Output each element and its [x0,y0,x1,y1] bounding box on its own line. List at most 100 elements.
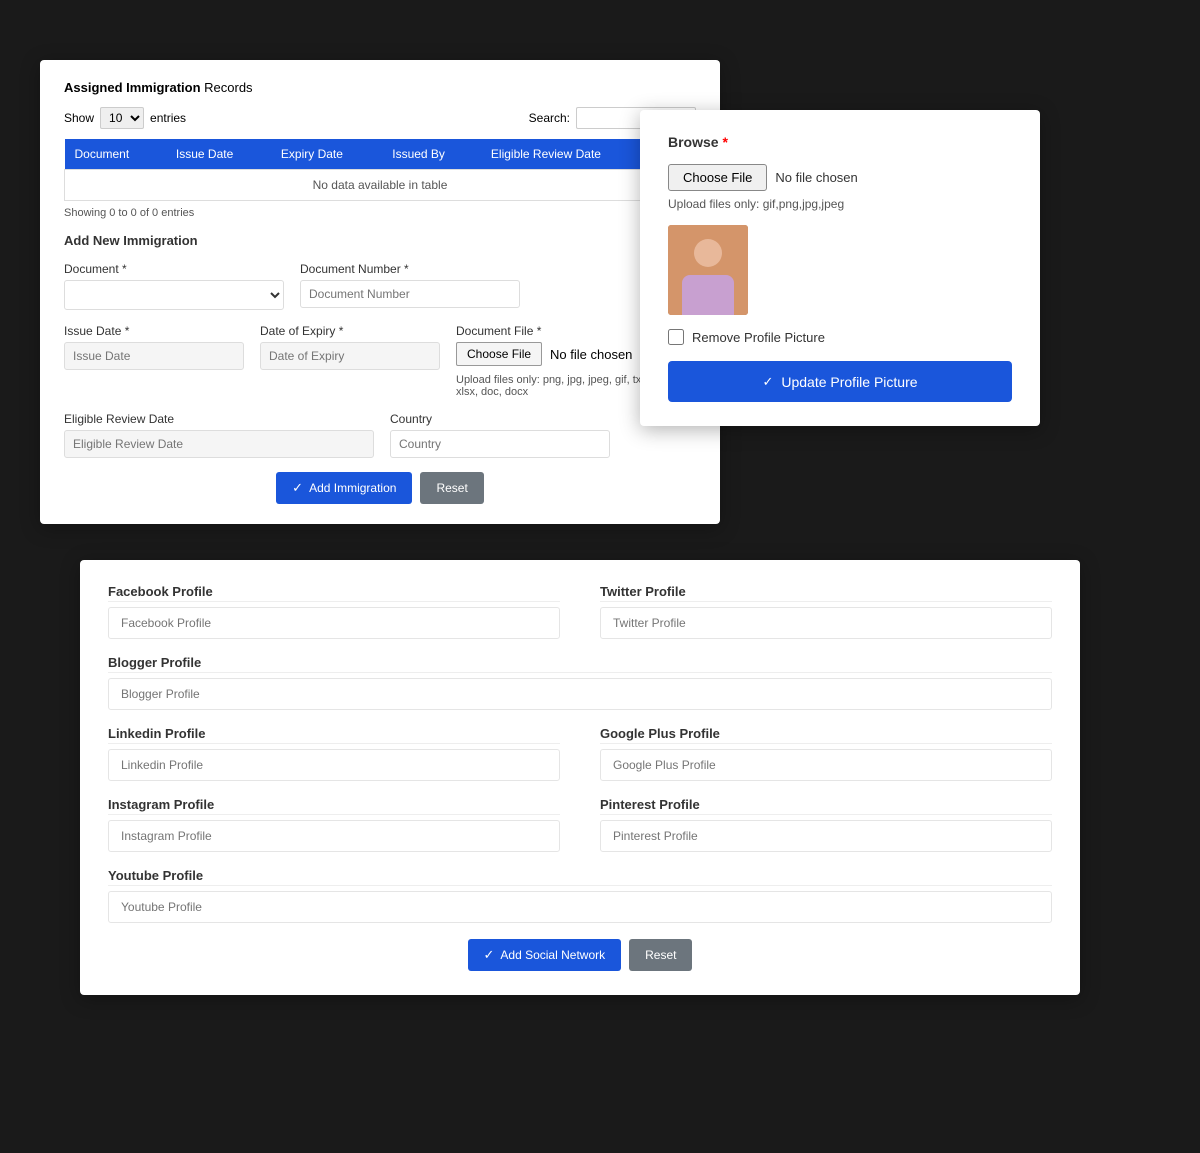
form-row-2: Issue Date * Date of Expiry * Document F… [64,324,696,398]
show-label: Show [64,111,94,125]
section-title-bold: Assigned Immigration [64,80,201,95]
browse-title-text: Browse [668,134,719,150]
issue-date-label: Issue Date * [64,324,244,338]
browse-no-file: No file chosen [775,170,857,185]
twitter-label: Twitter Profile [600,584,1052,602]
remove-pic-checkbox[interactable] [668,329,684,345]
checkmark-icon [292,480,303,496]
col-issue-date: Issue Date [166,139,271,170]
document-number-label: Document Number * [300,262,520,276]
pinterest-group: Pinterest Profile [600,797,1052,852]
document-number-input[interactable] [300,280,520,308]
social-actions: Add Social Network Reset [108,939,1052,971]
social-checkmark-icon [484,947,495,963]
section-title-rest: Records [201,80,253,95]
update-profile-button[interactable]: Update Profile Picture [668,361,1012,402]
add-new-title: Add New Immigration [64,233,696,248]
remove-pic-label: Remove Profile Picture [692,330,825,345]
browse-file-row: Choose File No file chosen [668,164,1012,191]
remove-pic-row: Remove Profile Picture [668,329,1012,345]
facebook-label: Facebook Profile [108,584,560,602]
immigration-actions: Add Immigration Reset [64,472,696,504]
profile-photo [668,225,748,315]
social-row-2: Blogger Profile [108,655,1052,710]
twitter-group: Twitter Profile [600,584,1052,639]
issue-date-input[interactable] [64,342,244,370]
col-expiry-date: Expiry Date [271,139,382,170]
eligible-review-group: Eligible Review Date [64,412,374,458]
update-checkmark-icon [762,373,773,390]
add-immigration-label: Add Immigration [309,481,396,495]
facebook-input[interactable] [108,607,560,639]
linkedin-label: Linkedin Profile [108,726,560,744]
instagram-label: Instagram Profile [108,797,560,815]
col-eligible-review: Eligible Review Date [481,139,658,170]
section-title: Assigned Immigration Records [64,80,696,95]
browse-title: Browse * [668,134,1012,150]
add-social-label: Add Social Network [500,948,605,962]
showing-text: Showing 0 to 0 of 0 entries [64,207,696,219]
twitter-input[interactable] [600,607,1052,639]
document-label: Document * [64,262,284,276]
country-input[interactable] [390,430,610,458]
no-data-cell: No data available in table [65,170,696,201]
form-row-1: Document * Document Number * [64,262,696,310]
document-select[interactable] [64,280,284,310]
browse-asterisk: * [722,134,727,150]
instagram-group: Instagram Profile [108,797,560,852]
googleplus-group: Google Plus Profile [600,726,1052,781]
date-of-expiry-label: Date of Expiry * [260,324,440,338]
eligible-review-input[interactable] [64,430,374,458]
document-number-group: Document Number * [300,262,520,310]
date-of-expiry-group: Date of Expiry * [260,324,440,398]
issue-date-group: Issue Date * [64,324,244,398]
col-issued-by: Issued By [382,139,481,170]
pinterest-input[interactable] [600,820,1052,852]
youtube-group: Youtube Profile [108,868,1052,923]
googleplus-input[interactable] [600,749,1052,781]
social-card: Facebook Profile Twitter Profile Blogger… [80,560,1080,995]
entries-label: entries [150,111,186,125]
social-row-5: Youtube Profile [108,868,1052,923]
update-profile-label: Update Profile Picture [781,374,917,390]
linkedin-group: Linkedin Profile [108,726,560,781]
linkedin-input[interactable] [108,749,560,781]
date-of-expiry-input[interactable] [260,342,440,370]
document-group: Document * [64,262,284,310]
table-header-row: Document Issue Date Expiry Date Issued B… [65,139,696,170]
entries-select[interactable]: 10 25 50 [100,107,144,129]
pinterest-label: Pinterest Profile [600,797,1052,815]
browse-choose-file-button[interactable]: Choose File [668,164,767,191]
social-reset-button[interactable]: Reset [629,939,692,971]
facebook-group: Facebook Profile [108,584,560,639]
no-file-chosen: No file chosen [550,347,632,362]
country-label: Country [390,412,610,426]
immigration-table: Document Issue Date Expiry Date Issued B… [64,139,696,201]
youtube-label: Youtube Profile [108,868,1052,886]
show-entries-row: Show 10 25 50 entries Search: [64,107,696,129]
table-row: No data available in table [65,170,696,201]
eligible-review-label: Eligible Review Date [64,412,374,426]
social-row-4: Instagram Profile Pinterest Profile [108,797,1052,852]
person-shirt [682,275,734,315]
add-social-button[interactable]: Add Social Network [468,939,622,971]
instagram-input[interactable] [108,820,560,852]
immigration-reset-button[interactable]: Reset [420,472,483,504]
immigration-card: Assigned Immigration Records Show 10 25 … [40,60,720,524]
youtube-input[interactable] [108,891,1052,923]
blogger-input[interactable] [108,678,1052,710]
person-head [694,239,722,267]
social-row-3: Linkedin Profile Google Plus Profile [108,726,1052,781]
form-row-3: Eligible Review Date Country [64,412,696,458]
browse-card: Browse * Choose File No file chosen Uplo… [640,110,1040,426]
profile-photo-figure [668,225,748,315]
choose-file-button[interactable]: Choose File [456,342,542,366]
googleplus-label: Google Plus Profile [600,726,1052,744]
blogger-group: Blogger Profile [108,655,1052,710]
country-group: Country [390,412,610,458]
col-document: Document [65,139,166,170]
social-row-1: Facebook Profile Twitter Profile [108,584,1052,639]
search-label: Search: [529,111,570,125]
add-immigration-button[interactable]: Add Immigration [276,472,412,504]
browse-upload-hint: Upload files only: gif,png,jpg,jpeg [668,197,1012,211]
